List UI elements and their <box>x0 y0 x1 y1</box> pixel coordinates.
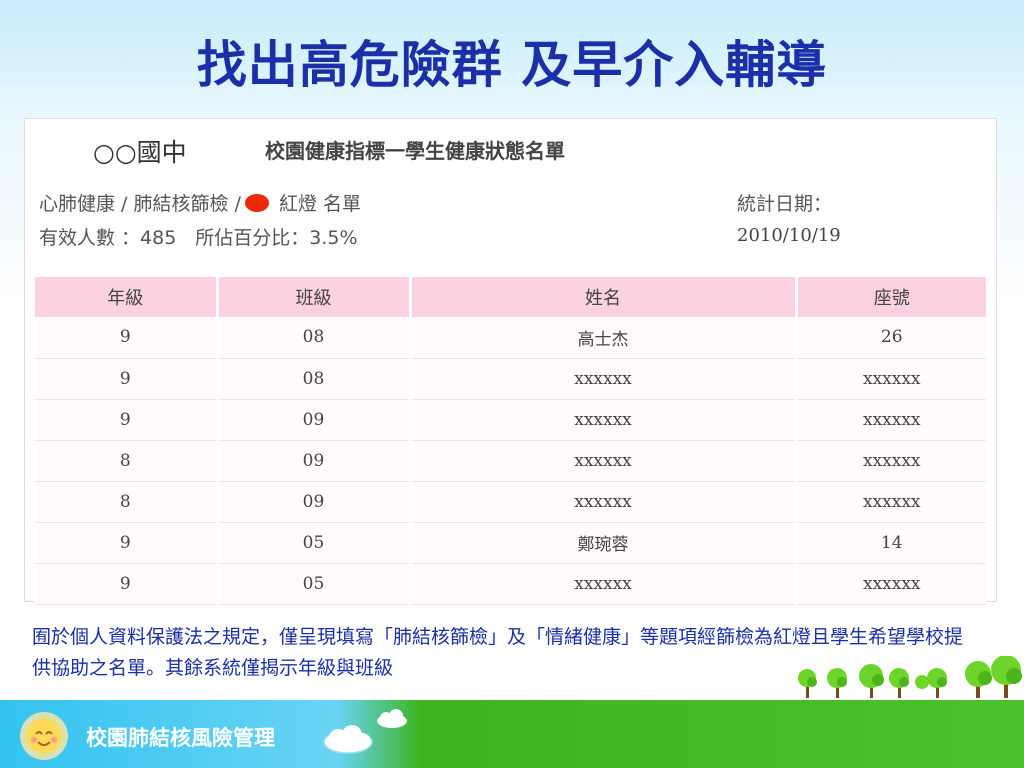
cell-class: 05 <box>217 563 412 605</box>
valid-count: 有效人數 ：485 所佔百分比：3.5% <box>39 227 358 249</box>
slide-title: 找出高危險群 及早介入輔導 <box>196 36 828 94</box>
table-row: 9 09 xxxxxx xxxxxx <box>35 399 986 441</box>
cloud-icon <box>377 709 407 728</box>
stat-date-label: 統計日期： <box>737 193 833 215</box>
report-title: 校園健康指標一學生健康狀態名單 <box>265 139 565 163</box>
cell-seat: xxxxxx <box>796 399 986 441</box>
filter-line: 心肺健康 / 肺結核篩檢 / 紅燈 名單 <box>39 189 361 216</box>
cell-seat: xxxxxx <box>796 563 986 605</box>
stat-date-value: 2010/10/19 <box>737 225 841 246</box>
cell-grade: 9 <box>35 563 219 605</box>
report-header: ○○國中 校園健康指標一學生健康狀態名單 心肺健康 / 肺結核篩檢 / 紅燈 名… <box>25 119 996 269</box>
cell-grade: 9 <box>35 358 219 400</box>
report-panel: ○○國中 校園健康指標一學生健康狀態名單 心肺健康 / 肺結核篩檢 / 紅燈 名… <box>24 118 997 605</box>
table-header-row: 年級 班級 姓名 座號 <box>35 277 986 317</box>
cell-class: 09 <box>217 481 412 523</box>
cell-seat: xxxxxx <box>796 440 986 482</box>
cell-grade: 8 <box>35 481 219 523</box>
cell-class: 08 <box>217 317 412 359</box>
table-row: 9 05 鄭琬蓉 14 <box>35 522 986 564</box>
column-header-seat: 座號 <box>796 277 986 317</box>
table-row: 9 08 高士杰 26 <box>35 317 986 359</box>
cell-seat: 26 <box>796 317 986 359</box>
cell-name: xxxxxx <box>410 481 798 523</box>
cell-name: 高士杰 <box>410 317 798 359</box>
cell-grade: 9 <box>35 317 219 359</box>
cell-name: xxxxxx <box>410 440 798 482</box>
cell-name: xxxxxx <box>410 399 798 441</box>
cell-class: 09 <box>217 440 412 482</box>
cell-seat: 14 <box>796 522 986 564</box>
cell-seat: xxxxxx <box>796 358 986 400</box>
cell-name: 鄭琬蓉 <box>410 522 798 564</box>
cell-class: 09 <box>217 399 412 441</box>
school-name: ○○國中 <box>93 138 187 167</box>
column-header-class: 班級 <box>217 277 412 317</box>
footer-label: 校園肺結核風險管理 <box>86 726 275 750</box>
column-header-grade: 年級 <box>35 277 219 317</box>
cell-grade: 9 <box>35 522 219 564</box>
student-table: 年級 班級 姓名 座號 9 08 高士杰 26 9 08 xxxxxx xxxx… <box>35 277 986 605</box>
cell-grade: 9 <box>35 399 219 441</box>
filter-status: 紅燈 名單 <box>278 193 361 215</box>
sun-icon <box>20 712 68 760</box>
tree-icon <box>798 656 1022 698</box>
table-row: 9 05 xxxxxx xxxxxx <box>35 563 986 605</box>
table-row: 9 08 xxxxxx xxxxxx <box>35 358 986 400</box>
table-row: 8 09 xxxxxx xxxxxx <box>35 481 986 523</box>
cell-seat: xxxxxx <box>796 481 986 523</box>
cell-class: 08 <box>217 358 412 400</box>
cell-name: xxxxxx <box>410 358 798 400</box>
cell-grade: 8 <box>35 440 219 482</box>
cell-name: xxxxxx <box>410 563 798 605</box>
filter-path: 心肺健康 / 肺結核篩檢 / <box>39 193 241 215</box>
cell-class: 05 <box>217 522 412 564</box>
table-row: 8 09 xxxxxx xxxxxx <box>35 440 986 482</box>
red-light-icon <box>244 193 269 212</box>
column-header-name: 姓名 <box>410 277 798 317</box>
cloud-icon <box>323 725 373 754</box>
